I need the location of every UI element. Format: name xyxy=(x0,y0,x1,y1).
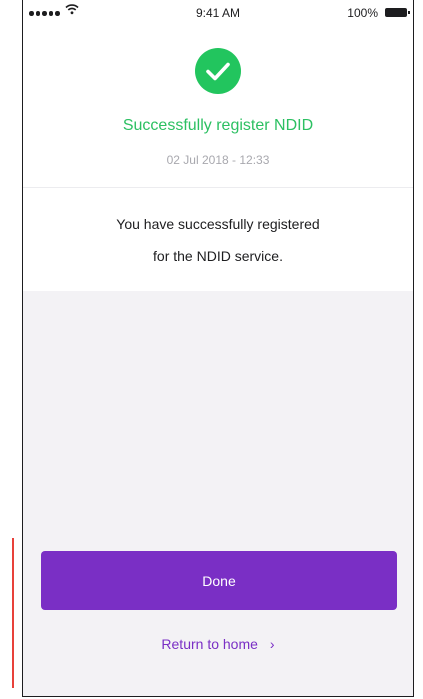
message-card: You have successfully registered for the… xyxy=(23,188,413,291)
status-bar: 9:41 AM 100% xyxy=(23,0,413,28)
battery-icon xyxy=(385,8,410,17)
done-button[interactable]: Done xyxy=(41,551,397,610)
return-to-home-link[interactable]: Return to home › xyxy=(23,636,413,652)
success-header: Successfully register NDID 02 Jul 2018 -… xyxy=(23,28,413,188)
message-line-1: You have successfully registered xyxy=(116,216,320,232)
return-to-home-label: Return to home xyxy=(161,636,258,652)
timestamp: 02 Jul 2018 - 12:33 xyxy=(166,153,270,167)
chevron-right-icon: › xyxy=(269,636,275,652)
message-line-2: for the NDID service. xyxy=(153,248,283,264)
red-margin-mark xyxy=(12,538,14,688)
phone-frame: 9:41 AM 100% Successfully register NDID … xyxy=(22,0,414,697)
check-icon xyxy=(195,48,241,94)
page: 9:41 AM 100% Successfully register NDID … xyxy=(0,0,423,699)
battery-percentage: 100% xyxy=(347,6,378,20)
success-title: Successfully register NDID xyxy=(122,117,314,134)
